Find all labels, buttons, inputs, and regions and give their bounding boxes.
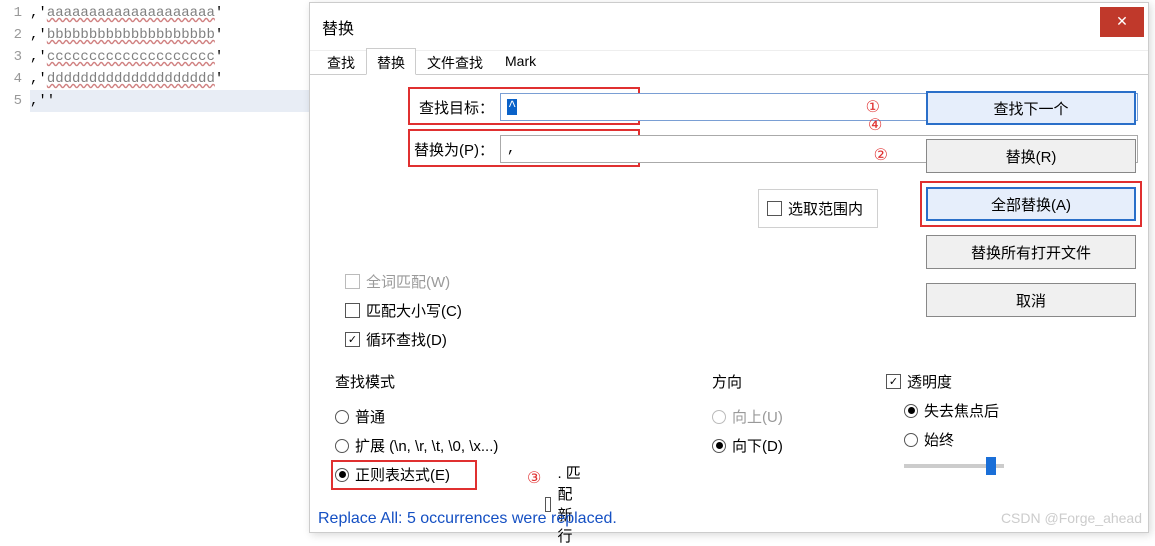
radio-icon <box>335 439 349 453</box>
annotation-4: ④ <box>868 115 882 135</box>
line-number: 3 <box>0 46 22 68</box>
line-number: 5 <box>0 90 22 112</box>
replace-all-button[interactable]: 全部替换(A) <box>926 187 1136 221</box>
replace-dialog: 替换 ✕ 查找 替换 文件查找 Mark 查找目标： ^ ▾ ① 替换为(P)：… <box>309 2 1149 533</box>
code-line[interactable]: ,'aaaaaaaaaaaaaaaaaaaa' <box>30 2 310 24</box>
mode-regex-radio[interactable]: 正则表达式(E) <box>335 464 498 485</box>
cancel-button[interactable]: 取消 <box>926 283 1136 317</box>
annotation-1: ① <box>866 97 880 117</box>
find-label: 查找目标： <box>328 97 500 118</box>
dialog-title: 替换 <box>322 15 354 39</box>
code-area[interactable]: ,'aaaaaaaaaaaaaaaaaaaa' ,'bbbbbbbbbbbbbb… <box>30 0 310 536</box>
checkbox-icon <box>345 332 360 347</box>
in-selection-checkbox[interactable]: 选取范围内 <box>767 198 863 219</box>
replace-label: 替换为(P)： <box>328 139 500 160</box>
match-case-checkbox[interactable]: 匹配大小写(C) <box>345 300 462 321</box>
replace-button[interactable]: 替换(R) <box>926 139 1136 173</box>
line-number: 2 <box>0 24 22 46</box>
radio-icon <box>904 433 918 447</box>
radio-icon <box>904 404 918 418</box>
line-number: 1 <box>0 2 22 24</box>
line-gutter: 1 2 3 4 5 <box>0 0 30 536</box>
dot-matches-newline-checkbox[interactable]: . 匹配新行 <box>545 462 581 546</box>
line-number: 4 <box>0 68 22 90</box>
transparency-on-blur-radio[interactable]: 失去焦点后 <box>904 400 1004 421</box>
tab-strip: 查找 替换 文件查找 Mark <box>310 47 1148 75</box>
annotation-2: ② <box>874 145 888 165</box>
tab-mark[interactable]: Mark <box>494 48 547 75</box>
watermark: CSDN @Forge_ahead <box>1001 510 1142 526</box>
wrap-around-checkbox[interactable]: 循环查找(D) <box>345 329 462 350</box>
radio-icon <box>712 439 726 453</box>
slider-thumb[interactable] <box>986 457 996 475</box>
checkbox-icon <box>345 303 360 318</box>
transparency-always-radio[interactable]: 始终 <box>904 429 1004 450</box>
checkbox-icon <box>767 201 782 216</box>
radio-icon <box>335 468 349 482</box>
radio-icon <box>335 410 349 424</box>
checkbox-icon <box>345 274 360 289</box>
replace-value: , <box>507 141 515 157</box>
status-text: Replace All: 5 occurrences were replaced… <box>318 510 617 528</box>
checkbox-icon <box>886 374 901 389</box>
tab-find[interactable]: 查找 <box>316 48 366 75</box>
direction-label: 方向 <box>712 371 783 392</box>
titlebar[interactable]: 替换 ✕ <box>310 3 1148 51</box>
mode-extended-radio[interactable]: 扩展 (\n, \r, \t, \0, \x...) <box>335 435 498 456</box>
search-mode-label: 查找模式 <box>335 371 498 392</box>
tab-replace[interactable]: 替换 <box>366 48 416 75</box>
transparency-slider[interactable] <box>904 464 1004 468</box>
mode-normal-radio[interactable]: 普通 <box>335 406 498 427</box>
transparency-checkbox[interactable]: 透明度 <box>886 371 1004 392</box>
code-line[interactable]: ,'cccccccccccccccccccc' <box>30 46 310 68</box>
code-line[interactable]: ,'bbbbbbbbbbbbbbbbbbbb' <box>30 24 310 46</box>
replace-all-open-button[interactable]: 替换所有打开文件 <box>926 235 1136 269</box>
find-next-button[interactable]: 查找下一个 <box>926 91 1136 125</box>
find-value: ^ <box>507 99 517 115</box>
direction-down-radio[interactable]: 向下(D) <box>712 435 783 456</box>
tab-find-in-files[interactable]: 文件查找 <box>416 48 494 75</box>
direction-up-radio[interactable]: 向上(U) <box>712 406 783 427</box>
whole-word-checkbox[interactable]: 全词匹配(W) <box>345 271 462 292</box>
code-line[interactable]: ,'' <box>30 90 310 112</box>
code-line[interactable]: ,'dddddddddddddddddddd' <box>30 68 310 90</box>
annotation-3: ③ <box>527 468 541 488</box>
radio-icon <box>712 410 726 424</box>
close-button[interactable]: ✕ <box>1100 7 1144 37</box>
